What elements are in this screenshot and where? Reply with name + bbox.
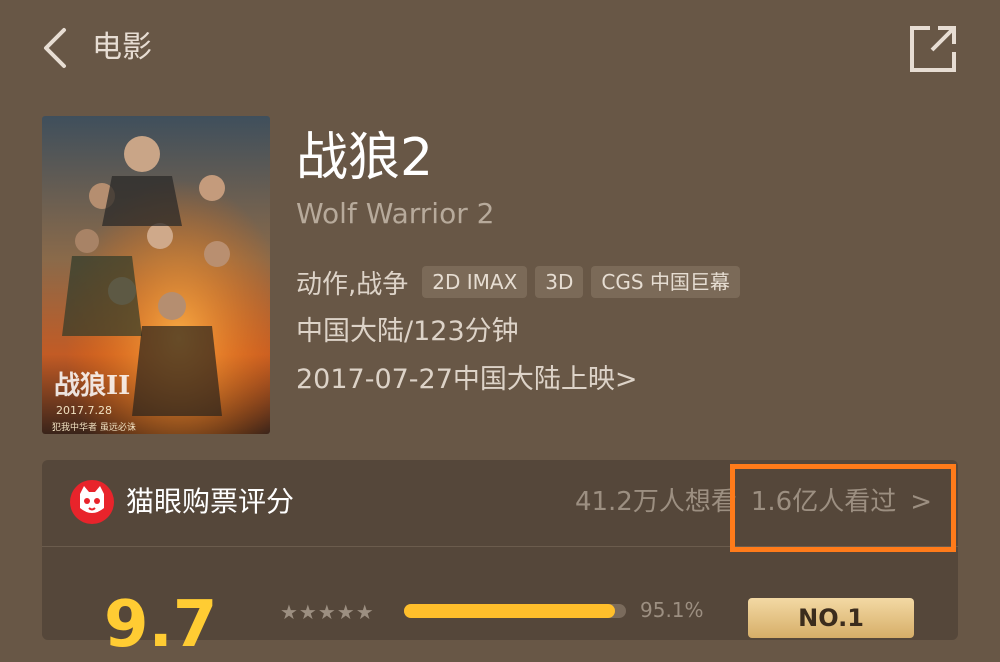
rating-score: 9.7 [104, 588, 218, 662]
nav-title: 电影 [92, 30, 152, 65]
svg-text:战狼II: 战狼II [54, 370, 130, 401]
want-to-see-count: 41.2万人想看 [574, 487, 737, 517]
region-duration: 中国大陆/123分钟 [296, 316, 519, 347]
poster-image: 战狼II 2017.7.28 犯我中华者 虽远必诛 [42, 116, 270, 434]
chevron-left-icon[interactable] [38, 26, 72, 70]
highlight-box [730, 464, 956, 552]
format-tag: 3D [535, 266, 584, 298]
share-icon[interactable] [906, 20, 962, 76]
five-star-percent: 95.1% [640, 598, 704, 622]
rating-source: 猫眼购票评分 [126, 485, 295, 518]
genre-tags-row: 动作,战争 2D IMAX 3D CGS 中国巨幕 [296, 262, 748, 302]
movie-title-english: Wolf Warrior 2 [296, 197, 495, 230]
svg-text:犯我中华者 虽远必诛: 犯我中华者 虽远必诛 [52, 421, 136, 433]
release-date: 2017-07-27中国大陆上映 [296, 364, 615, 395]
movie-genre: 动作,战争 [296, 269, 409, 300]
star-rating-icon: ★★★★★ [280, 600, 375, 624]
format-tag: CGS 中国巨幕 [591, 266, 740, 298]
svg-text:2017.7.28: 2017.7.28 [56, 404, 112, 417]
five-star-bar-fill [404, 604, 616, 618]
movie-poster[interactable]: 战狼II 2017.7.28 犯我中华者 虽远必诛 [42, 116, 270, 434]
release-date-link[interactable]: 2017-07-27中国大陆上映> [296, 360, 638, 400]
top-bar: 电影 [0, 0, 1000, 96]
format-tag: 2D IMAX [422, 266, 528, 298]
rank-badge[interactable]: NO.1 [748, 598, 914, 638]
five-star-bar [404, 604, 626, 618]
maoyan-cat-logo [70, 480, 114, 524]
chevron-right-icon: > [614, 364, 638, 395]
movie-title: 战狼2 [296, 128, 434, 188]
